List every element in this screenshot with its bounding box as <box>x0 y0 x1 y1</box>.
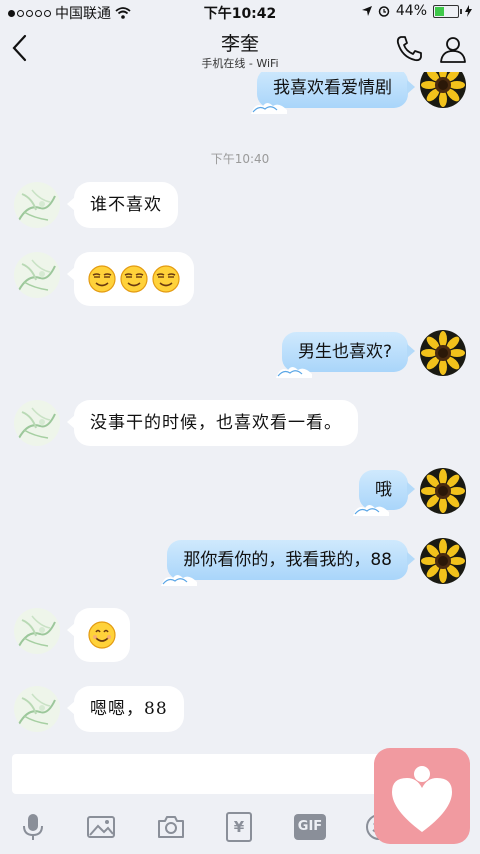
charging-icon <box>465 5 472 17</box>
smirk-emoji-icon <box>88 265 116 293</box>
message-text: 嗯嗯，88 <box>90 699 168 719</box>
status-bar: 中国联通 下午10:42 44% <box>0 0 480 24</box>
phone-icon[interactable] <box>394 34 424 64</box>
gif-icon[interactable]: GIF <box>294 814 326 840</box>
message-text: 哦 <box>375 480 392 500</box>
contact-avatar[interactable] <box>14 182 60 228</box>
my-avatar[interactable] <box>420 538 466 584</box>
red-packet-icon[interactable]: ¥ <box>226 812 252 842</box>
contact-avatar[interactable] <box>14 686 60 732</box>
emoji-bubble[interactable] <box>67 252 194 306</box>
my-avatar[interactable] <box>420 468 466 514</box>
message-bubble[interactable]: 男生也喜欢? <box>282 332 416 372</box>
location-arrow-icon <box>361 6 372 16</box>
message-text: 那你看你的，我看我的，88 <box>183 550 392 570</box>
emoji-bubble[interactable] <box>67 608 130 662</box>
smirk-emoji-icon <box>120 265 148 293</box>
smile-emoji-icon <box>88 621 116 649</box>
alarm-icon <box>378 6 390 17</box>
battery-level <box>435 6 444 16</box>
bubble-wave-decoration <box>353 500 389 516</box>
contact-profile-icon[interactable] <box>438 34 468 64</box>
message-bubble[interactable]: 哦 <box>359 470 415 510</box>
bubble-wave-decoration <box>161 570 197 586</box>
message-timestamp: 下午10:40 <box>210 152 270 166</box>
message-bubble[interactable]: 没事干的时候，也喜欢看一看。 <box>67 400 358 446</box>
contact-avatar[interactable] <box>14 400 60 446</box>
bubble-wave-decoration <box>276 362 312 378</box>
message-bubble[interactable]: 谁不喜欢 <box>67 182 178 228</box>
message-bubble[interactable]: 那你看你的，我看我的，88 <box>167 540 415 580</box>
bubble-wave-decoration <box>251 98 287 114</box>
message-bubble[interactable]: 我喜欢看爱情剧 <box>257 72 415 108</box>
chat-header: 李奎 手机在线 - WiFi <box>0 24 480 72</box>
my-avatar[interactable] <box>420 330 466 376</box>
red-packet-label: ¥ <box>233 818 245 836</box>
smirk-emoji-icon <box>152 265 180 293</box>
message-input[interactable] <box>12 754 412 794</box>
status-right: 44% <box>361 3 472 19</box>
contact-avatar[interactable] <box>14 608 60 654</box>
gif-label: GIF <box>297 819 323 834</box>
camera-icon[interactable] <box>156 812 186 842</box>
message-text: 我喜欢看爱情剧 <box>273 78 392 98</box>
message-text: 谁不喜欢 <box>90 195 162 215</box>
chat-area[interactable]: 我喜欢看爱情剧 下午10:40 谁不喜欢 男生也喜欢? 没事干的时候，也喜欢看一… <box>0 72 480 748</box>
battery-icon <box>433 4 462 18</box>
image-icon[interactable] <box>86 812 116 842</box>
microphone-icon[interactable] <box>18 812 48 842</box>
floating-heart-app-icon[interactable] <box>374 748 470 844</box>
battery-percent: 44% <box>395 3 427 19</box>
heart-icon <box>392 766 452 832</box>
message-text: 没事干的时候，也喜欢看一看。 <box>90 413 342 433</box>
message-text: 男生也喜欢? <box>297 342 392 362</box>
message-bubble[interactable]: 嗯嗯，88 <box>67 686 184 732</box>
my-avatar[interactable] <box>420 72 466 108</box>
contact-avatar[interactable] <box>14 252 60 298</box>
